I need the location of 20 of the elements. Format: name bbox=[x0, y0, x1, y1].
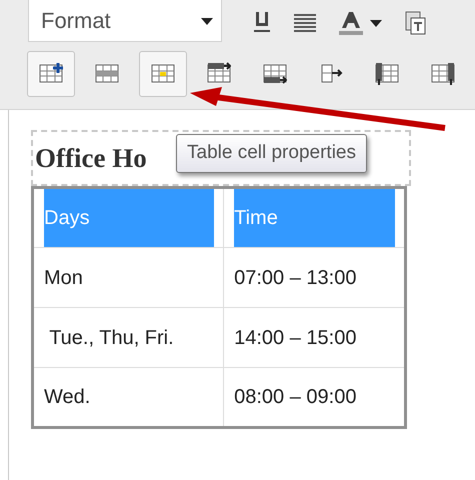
caret-icon[interactable] bbox=[201, 16, 213, 26]
underline-icon[interactable] bbox=[252, 11, 272, 35]
toolbar-button[interactable] bbox=[263, 62, 287, 86]
heading: Office Ho bbox=[35, 142, 147, 175]
table-arrow-icon bbox=[263, 62, 287, 86]
paste-text-icon[interactable] bbox=[404, 11, 426, 35]
text-color-icon[interactable] bbox=[338, 11, 364, 35]
table-cell: Tue., Thu, Fri. bbox=[32, 308, 224, 368]
table-cell: Days bbox=[32, 188, 224, 248]
tooltip: Table cell properties bbox=[176, 134, 367, 172]
table-cell: Mon bbox=[32, 248, 224, 308]
toolbar-button[interactable] bbox=[375, 62, 399, 86]
table-column-icon bbox=[431, 62, 455, 86]
table-column-icon bbox=[375, 62, 399, 86]
toolbar-button[interactable] bbox=[431, 62, 455, 86]
justify-icon[interactable] bbox=[294, 12, 316, 34]
caret-icon[interactable] bbox=[370, 18, 382, 28]
toolbar-button[interactable] bbox=[27, 51, 75, 97]
format-dropdown[interactable]: Format bbox=[28, 0, 222, 42]
table-cell: Time bbox=[224, 188, 406, 248]
